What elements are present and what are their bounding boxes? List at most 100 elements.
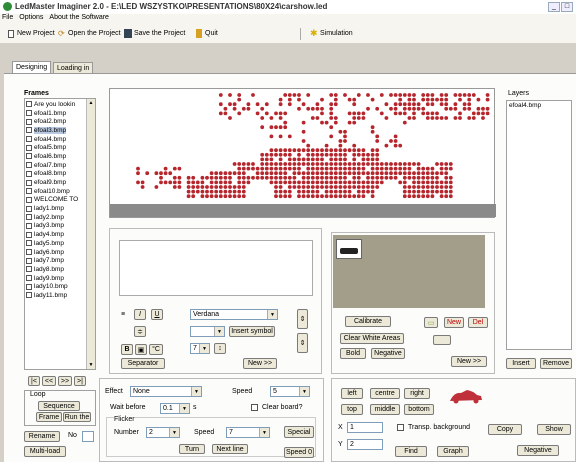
move-down-button[interactable]: ⇕ — [297, 333, 308, 353]
frame-item[interactable]: efoal2.bmp — [25, 117, 87, 126]
save-project-button[interactable]: Save the Project — [134, 30, 185, 37]
frame-item[interactable]: lady1.bmp — [25, 204, 87, 213]
frame-item[interactable]: lady2.bmp — [25, 213, 87, 222]
speed-select[interactable]: 5 — [270, 386, 310, 397]
frame-item[interactable]: efoal4.bmp — [25, 135, 87, 144]
menu-about[interactable]: About the Software — [49, 14, 109, 25]
image-new-next-button[interactable]: New >> — [451, 356, 487, 367]
tab-loading[interactable]: Loading in — [53, 62, 94, 73]
copy-button[interactable]: Copy — [488, 424, 522, 435]
frame-item[interactable]: efoal8.bmp — [25, 170, 87, 179]
frame-item[interactable]: efoal3.bmp — [25, 126, 87, 135]
open-project-button[interactable]: Open the Project — [68, 30, 121, 37]
frame-item[interactable]: lady8.bmp — [25, 265, 87, 274]
led-display[interactable] — [109, 88, 496, 218]
frame-item[interactable]: efoal6.bmp — [25, 152, 87, 161]
align-left-button[interactable]: left — [341, 388, 363, 399]
speed2-select[interactable]: 7 — [226, 427, 270, 438]
frame-item[interactable]: efoal1.bmp — [25, 109, 87, 118]
align-centre-button[interactable]: centre — [370, 388, 400, 399]
menu-options[interactable]: Options — [19, 14, 43, 25]
nav-next-button[interactable]: >> — [58, 376, 72, 386]
show-button[interactable]: Show — [537, 424, 571, 435]
multi-load-button[interactable]: Multi-load — [24, 446, 66, 457]
image-icon-button[interactable]: ▣ — [135, 344, 147, 355]
image-negative-button[interactable]: Negative — [371, 348, 405, 359]
image-new-button[interactable]: New — [444, 317, 464, 328]
align-top-button[interactable]: top — [341, 404, 363, 415]
text-editor[interactable] — [119, 240, 313, 296]
frame-item[interactable]: lady4.bmp — [25, 230, 87, 239]
clear-board-checkbox[interactable] — [251, 404, 258, 411]
underline-button[interactable]: U — [151, 309, 163, 320]
separator-button[interactable]: Separator — [121, 358, 165, 369]
new-project-button[interactable]: New Project — [17, 30, 55, 37]
insert-symbol-button[interactable]: Insert symbol — [229, 326, 275, 337]
nav-last-button[interactable]: >| — [74, 376, 86, 386]
italic-button[interactable]: I — [134, 309, 146, 320]
transp-checkbox[interactable] — [397, 424, 404, 431]
maximize-button[interactable]: □ — [561, 2, 573, 12]
frame-item[interactable]: lady6.bmp — [25, 248, 87, 257]
clear-white-button[interactable]: Clear White Areas — [340, 333, 404, 344]
calibrate-button[interactable]: Calibrate — [345, 316, 391, 327]
menu-file[interactable]: File — [2, 14, 13, 25]
layers-list[interactable]: efoal4.bmp — [506, 100, 572, 350]
move-up-button[interactable]: ⇕ — [297, 309, 308, 329]
frame-item[interactable]: lady10.bmp — [25, 282, 87, 291]
align-middle-button[interactable]: middle — [370, 404, 400, 415]
speed0-button[interactable]: Speed 0 — [284, 447, 314, 458]
wait-select[interactable]: 0.1 — [160, 403, 190, 414]
align-bottom-button[interactable]: bottom — [404, 404, 434, 415]
size-select[interactable]: 7 — [190, 343, 210, 354]
graph-button[interactable]: Graph — [437, 446, 469, 457]
frame-item[interactable]: WELCOME TO — [25, 196, 87, 205]
sequence-button[interactable]: Sequence — [38, 401, 80, 411]
special-button[interactable]: Special — [284, 426, 314, 438]
turn-button[interactable]: Turn — [179, 444, 205, 454]
nav-first-button[interactable]: |< — [28, 376, 40, 386]
frames-list[interactable]: Are you lookin efoal1.bmp efoal2.bmp efoal3… — [24, 98, 96, 370]
frame-item[interactable]: efoal10.bmp — [25, 187, 87, 196]
frame-button[interactable]: Frame — [36, 412, 62, 422]
nav-prev-button[interactable]: << — [42, 376, 56, 386]
frame-item[interactable]: Are you lookin — [25, 100, 87, 109]
find-button[interactable]: Find — [395, 446, 427, 457]
quit-button[interactable]: Quit — [205, 30, 218, 37]
frame-item[interactable]: lady7.bmp — [25, 256, 87, 265]
rename-button[interactable]: Rename — [24, 431, 60, 442]
insert-layer-button[interactable]: Insert — [506, 358, 536, 369]
temperature-button[interactable]: °C — [149, 344, 163, 355]
text-new-button[interactable]: New >> — [243, 358, 277, 369]
symbol-select[interactable] — [190, 326, 225, 337]
image-del-button[interactable]: Del — [468, 317, 488, 328]
frame-item[interactable]: lady11.bmp — [25, 291, 87, 300]
image-preview[interactable] — [333, 235, 485, 308]
size-step-button[interactable]: ↕ — [214, 343, 226, 354]
no-field[interactable] — [82, 431, 94, 442]
minimize-button[interactable]: _ — [548, 2, 560, 12]
align-right-button[interactable]: right — [404, 388, 430, 399]
frame-item[interactable]: lady9.bmp — [25, 274, 87, 283]
run-button[interactable]: Run the — [63, 412, 91, 422]
next-line-button[interactable]: Next line — [212, 444, 248, 454]
layer-item[interactable]: efoal4.bmp — [507, 101, 571, 110]
number-select[interactable]: 2 — [146, 427, 180, 438]
font-select[interactable]: Verdana — [190, 309, 278, 320]
x-field[interactable]: 1 — [347, 422, 383, 433]
frame-item[interactable]: lady5.bmp — [25, 239, 87, 248]
frame-item[interactable]: efoal7.bmp — [25, 161, 87, 170]
image-extra-button[interactable] — [433, 335, 451, 345]
negative-button[interactable]: Negative — [517, 445, 559, 456]
frame-item[interactable]: lady3.bmp — [25, 222, 87, 231]
y-field[interactable]: 2 — [347, 439, 383, 450]
effect-select[interactable]: None — [130, 386, 202, 397]
simulation-button[interactable]: Simulation — [320, 30, 353, 37]
frames-scrollbar[interactable]: ▲ ▼ — [86, 99, 95, 369]
image-bold-button[interactable]: Bold — [340, 348, 366, 359]
scroll-down-icon[interactable]: ▼ — [87, 362, 95, 368]
scroll-up-icon[interactable]: ▲ — [87, 100, 95, 106]
remove-layer-button[interactable]: Remove — [540, 358, 572, 369]
frame-item[interactable]: efoal5.bmp — [25, 143, 87, 152]
align-button[interactable]: ≑ — [134, 326, 146, 337]
